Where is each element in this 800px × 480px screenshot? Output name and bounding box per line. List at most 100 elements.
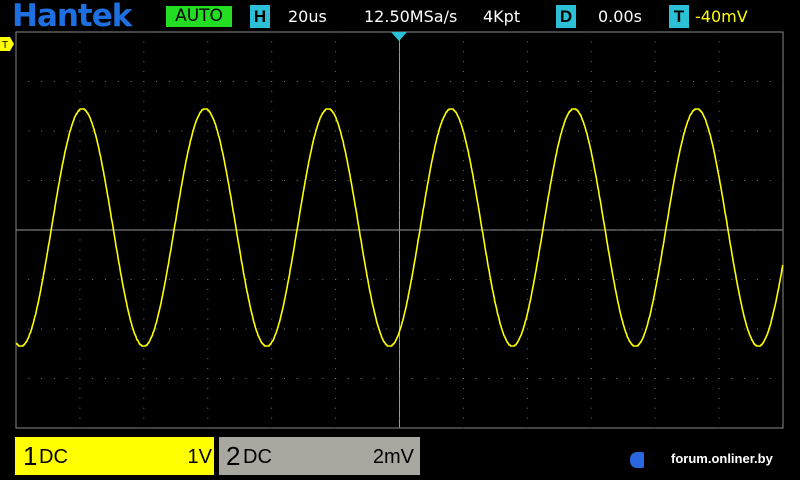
- grid-dot: [79, 397, 81, 399]
- grid-dot: [526, 71, 528, 73]
- grid-dot: [590, 189, 592, 191]
- grid-dot: [450, 229, 452, 231]
- grid-dot: [654, 160, 656, 162]
- grid-dot: [654, 259, 656, 261]
- grid-dot: [718, 318, 720, 320]
- grid-dot: [207, 41, 209, 43]
- grid-dot: [667, 81, 669, 82]
- grid-dot: [220, 378, 222, 379]
- grid-dot: [322, 81, 324, 82]
- grid-dot: [399, 110, 400, 112]
- grid-dot: [654, 338, 656, 340]
- grid-dot: [462, 378, 464, 379]
- grid-dot: [271, 298, 273, 300]
- grid-dot: [462, 170, 464, 172]
- grid-dot: [335, 229, 337, 231]
- grid-dot: [565, 328, 567, 330]
- grid-dot: [130, 229, 132, 231]
- grid-dot: [705, 81, 707, 82]
- grid-dot: [156, 81, 158, 82]
- grid-dot: [271, 170, 273, 172]
- grid-dot: [552, 328, 554, 330]
- grid-dot: [744, 229, 746, 231]
- grid-dot: [143, 100, 145, 102]
- grid-dot: [283, 378, 285, 379]
- grid-dot: [718, 130, 720, 132]
- grid-dot: [552, 229, 554, 231]
- grid-dot: [220, 180, 222, 181]
- grid-dot: [143, 298, 145, 300]
- grid-dot: [590, 100, 592, 102]
- grid-dot: [28, 229, 30, 231]
- grid-dot: [271, 189, 273, 191]
- grid-dot: [309, 229, 311, 231]
- grid-dot: [271, 150, 273, 152]
- grid-dot: [462, 160, 464, 162]
- ch2-number: 2: [226, 441, 241, 471]
- grid-dot: [399, 209, 400, 211]
- grid-dot: [79, 269, 81, 271]
- grid-dot: [207, 219, 209, 221]
- grid-dot: [53, 378, 55, 379]
- grid-dot: [207, 199, 209, 201]
- channel-2-button[interactable]: 2 DC 2mV: [219, 437, 420, 475]
- grid-dot: [271, 199, 273, 201]
- grid-dot: [526, 328, 528, 330]
- grid-dot: [705, 279, 707, 280]
- grid-dot: [399, 120, 400, 122]
- trigger-position-marker[interactable]: [391, 32, 407, 41]
- grid-dot: [258, 81, 260, 82]
- grid-dot: [501, 378, 503, 379]
- grid-dot: [718, 259, 720, 261]
- grid-dot: [296, 130, 298, 132]
- grid-dot: [526, 160, 528, 162]
- channel-1-button[interactable]: 1 DC 1V: [15, 437, 214, 475]
- grid-dot: [207, 51, 209, 53]
- grid-dot: [565, 180, 567, 181]
- grid-dot: [104, 130, 106, 132]
- grid-dot: [79, 288, 81, 290]
- grid-dot: [462, 387, 464, 389]
- grid-dot: [769, 279, 771, 280]
- grid-dot: [437, 378, 439, 379]
- grid-dot: [731, 378, 733, 379]
- grid-dot: [373, 328, 375, 330]
- grid-dot: [680, 180, 682, 181]
- grid-dot: [462, 61, 464, 63]
- grid-dot: [399, 150, 400, 152]
- grid-dot: [143, 219, 145, 221]
- grid-dot: [347, 180, 349, 181]
- grid-dot: [360, 328, 362, 330]
- grid-dot: [156, 180, 158, 181]
- grid-dot: [79, 338, 81, 340]
- grid-dot: [41, 130, 43, 132]
- grid-dot: [590, 239, 592, 241]
- grid-dot: [245, 229, 247, 231]
- grid-dot: [271, 180, 273, 181]
- ch2-scale: 2mV: [372, 446, 414, 468]
- grid-dot: [565, 378, 567, 379]
- grid-dot: [168, 378, 170, 379]
- grid-dot: [769, 229, 771, 231]
- grid-dot: [271, 288, 273, 290]
- grid-dot: [271, 269, 273, 271]
- grid-dot: [718, 41, 720, 43]
- grid-dot: [207, 180, 209, 181]
- grid-dot: [577, 180, 579, 181]
- grid-dot: [629, 229, 631, 231]
- grid-dot: [641, 130, 643, 132]
- grid-dot: [335, 71, 337, 73]
- grid-dot: [462, 81, 464, 82]
- grid-dot: [399, 387, 400, 389]
- grid-dot: [360, 130, 362, 132]
- grid-dot: [654, 100, 656, 102]
- grid-dot: [143, 407, 145, 409]
- grid-dot: [79, 387, 81, 389]
- grid-dot: [92, 229, 94, 231]
- grid-dot: [79, 259, 81, 261]
- grid-dot: [207, 100, 209, 102]
- grid-dot: [450, 279, 452, 280]
- grid-dot: [756, 378, 758, 379]
- grid-dot: [386, 130, 388, 132]
- grid-dot: [309, 328, 311, 330]
